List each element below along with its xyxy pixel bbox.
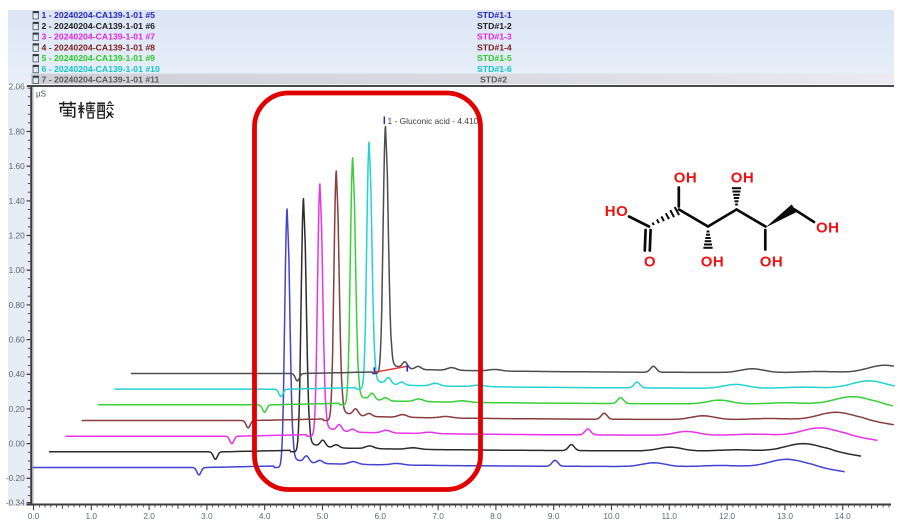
svg-text:OH: OH bbox=[674, 169, 698, 186]
svg-text:1.20: 1.20 bbox=[9, 230, 26, 240]
svg-text:0.00: 0.00 bbox=[9, 439, 26, 449]
svg-text:STD#1-2: STD#1-2 bbox=[477, 21, 512, 31]
svg-text:10.0: 10.0 bbox=[603, 511, 620, 521]
svg-text:1.40: 1.40 bbox=[9, 196, 26, 206]
svg-text:1.60: 1.60 bbox=[9, 161, 26, 171]
svg-text:1 - Gluconic acid - 4.410: 1 - Gluconic acid - 4.410 bbox=[388, 116, 479, 126]
svg-text:11.0: 11.0 bbox=[662, 511, 678, 521]
svg-text:STD#1-4: STD#1-4 bbox=[477, 42, 512, 52]
svg-text:1.80: 1.80 bbox=[9, 126, 26, 136]
svg-text:5.0: 5.0 bbox=[317, 511, 329, 521]
svg-text:OH: OH bbox=[816, 219, 840, 236]
svg-text:0.60: 0.60 bbox=[9, 335, 26, 345]
svg-text:0.80: 0.80 bbox=[9, 300, 26, 310]
svg-text:0.20: 0.20 bbox=[9, 404, 26, 414]
svg-text:8.0: 8.0 bbox=[490, 511, 502, 521]
svg-text:4 - 20240204-CA139-1-01 #8: 4 - 20240204-CA139-1-01 #8 bbox=[42, 42, 156, 52]
svg-text:7.0: 7.0 bbox=[432, 511, 444, 521]
svg-text:6.0: 6.0 bbox=[375, 511, 387, 521]
svg-text:6 - 20240204-CA139-1-01 #10: 6 - 20240204-CA139-1-01 #10 bbox=[42, 64, 160, 74]
svg-text:STD#1-5: STD#1-5 bbox=[477, 53, 512, 63]
svg-text:-0.20: -0.20 bbox=[6, 473, 25, 483]
svg-text:7 - 20240204-CA139-1-01 #11: 7 - 20240204-CA139-1-01 #11 bbox=[42, 75, 160, 85]
svg-text:2.06: 2.06 bbox=[9, 81, 26, 91]
svg-text:3.0: 3.0 bbox=[201, 511, 213, 521]
svg-text:STD#1-6: STD#1-6 bbox=[477, 64, 512, 74]
svg-text:-0.34: -0.34 bbox=[6, 498, 25, 508]
svg-text:1.00: 1.00 bbox=[9, 265, 26, 275]
svg-text:13.0: 13.0 bbox=[777, 511, 794, 521]
svg-text:5 - 20240204-CA139-1-01 #9: 5 - 20240204-CA139-1-01 #9 bbox=[42, 53, 156, 63]
svg-text:14.0: 14.0 bbox=[835, 511, 852, 521]
svg-text:OH: OH bbox=[760, 254, 784, 271]
svg-text:µS: µS bbox=[36, 89, 46, 98]
svg-text:STD#2: STD#2 bbox=[480, 75, 507, 85]
svg-text:1.0: 1.0 bbox=[86, 511, 98, 521]
svg-text:0.0: 0.0 bbox=[28, 511, 40, 521]
svg-text:OH: OH bbox=[731, 169, 755, 186]
svg-text:OH: OH bbox=[701, 254, 725, 271]
svg-text:9.0: 9.0 bbox=[548, 511, 560, 521]
svg-text:STD#1-3: STD#1-3 bbox=[477, 32, 512, 42]
svg-text:STD#1-1: STD#1-1 bbox=[477, 10, 512, 20]
svg-text:12.0: 12.0 bbox=[719, 511, 736, 521]
svg-text:2 - 20240204-CA139-1-01 #6: 2 - 20240204-CA139-1-01 #6 bbox=[42, 21, 156, 31]
svg-text:3 - 20240204-CA139-1-01 #7: 3 - 20240204-CA139-1-01 #7 bbox=[42, 32, 156, 42]
svg-text:4.0: 4.0 bbox=[259, 511, 271, 521]
svg-text:HO: HO bbox=[605, 203, 629, 220]
svg-text:0.40: 0.40 bbox=[9, 369, 26, 379]
svg-text:2.0: 2.0 bbox=[143, 511, 155, 521]
svg-text:O: O bbox=[644, 254, 656, 271]
svg-text:1 - 20240204-CA139-1-01 #5: 1 - 20240204-CA139-1-01 #5 bbox=[42, 10, 156, 20]
